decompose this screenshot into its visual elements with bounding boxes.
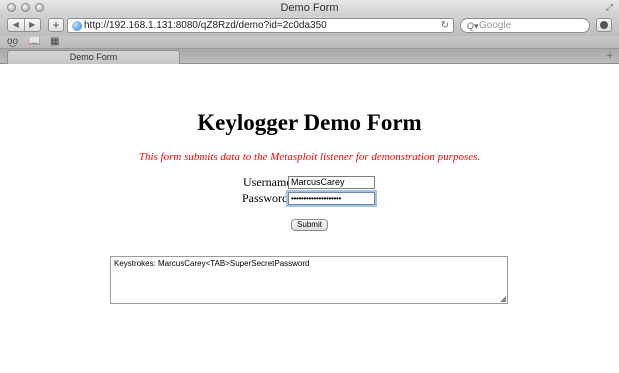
window-title: Demo Form (280, 2, 339, 14)
url-text[interactable]: http://192.168.1.131:8080/qZ8Rzd/demo?id… (84, 19, 327, 33)
add-bookmark-button[interactable]: + (48, 18, 64, 32)
downloads-button[interactable] (596, 18, 612, 32)
close-window-button[interactable] (7, 3, 16, 12)
toolbar: ◀ ▶ + http://192.168.1.131:8080/qZ8Rzd/d… (0, 16, 619, 36)
minimize-window-button[interactable] (21, 3, 30, 12)
title-bar: Demo Form ⤢ (0, 0, 619, 16)
navigation-buttons: ◀ ▶ (7, 18, 41, 32)
resize-grip-icon[interactable]: ◢ (500, 295, 506, 303)
globe-icon (72, 21, 82, 31)
page-content: Keylogger Demo Form This form submits da… (0, 65, 619, 373)
submit-button[interactable]: Submit (291, 219, 328, 231)
bookmarks-book-icon[interactable]: 📖 (28, 36, 40, 48)
reload-icon[interactable]: ↻ (441, 19, 449, 33)
zoom-window-button[interactable] (35, 3, 44, 12)
search-input[interactable]: Q▾ Google (460, 18, 590, 33)
forward-button[interactable]: ▶ (23, 19, 41, 31)
keystrokes-text: Keystrokes: MarcusCarey<TAB>SuperSecretP… (114, 259, 310, 268)
top-sites-grid-icon[interactable]: ▦ (50, 36, 59, 48)
search-icon[interactable]: Q▾ (467, 19, 479, 33)
password-label: Password: (242, 191, 292, 205)
back-button[interactable]: ◀ (8, 19, 24, 31)
address-bar[interactable]: http://192.168.1.131:8080/qZ8Rzd/demo?id… (67, 18, 454, 33)
bookmarks-bar: o͜o 📖 ▦ (0, 36, 619, 49)
page-subtitle: This form submits data to the Metasploit… (138, 151, 481, 163)
downloads-icon (600, 21, 608, 29)
password-field[interactable]: •••••••••••••••••••• (288, 192, 375, 205)
keystrokes-textarea[interactable]: Keystrokes: MarcusCarey<TAB>SuperSecretP… (110, 256, 508, 304)
username-field[interactable]: MarcusCarey (288, 176, 375, 189)
browser-window: Demo Form ⤢ ◀ ▶ + http://192.168.1.131:8… (0, 0, 619, 373)
tab-bar: Demo Form + (0, 49, 619, 64)
search-placeholder: Google (479, 20, 512, 31)
reading-list-icon[interactable]: o͜o (7, 36, 18, 48)
page-title: Keylogger Demo Form (197, 110, 422, 135)
tab-demo-form[interactable]: Demo Form (7, 50, 180, 64)
new-tab-button[interactable]: + (607, 49, 613, 63)
fullscreen-icon[interactable]: ⤢ (606, 2, 613, 12)
